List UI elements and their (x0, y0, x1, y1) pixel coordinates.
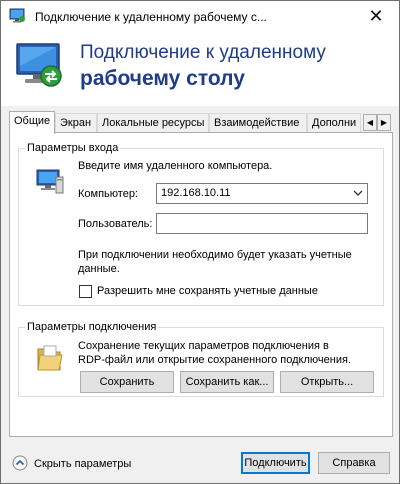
dropdown-arrow-icon[interactable] (353, 188, 363, 198)
tab-advanced[interactable]: Дополни (307, 113, 361, 133)
save-credentials-label[interactable]: Разрешить мне сохранять учетные данные (97, 285, 318, 297)
close-icon: ✕ (368, 6, 384, 26)
title-bar[interactable]: Подключение к удаленному рабочему с... ✕ (1, 1, 399, 32)
login-settings-group: Параметры входа Введите имя удаленного к… (18, 142, 384, 306)
tab-strip: Общие Экран Локальные ресурсы Взаимодейс… (9, 111, 391, 134)
login-settings-title: Параметры входа (25, 142, 121, 154)
help-button[interactable]: Справка (318, 452, 390, 474)
user-label: Пользователь: (78, 218, 153, 230)
header-banner: Подключение к удаленному рабочему столу (1, 32, 399, 106)
chevron-right-icon: ▶ (380, 118, 388, 127)
connection-settings-title: Параметры подключения (25, 321, 159, 333)
credentials-info-line1: При подключении необходимо будет указать… (78, 249, 352, 261)
close-button[interactable]: ✕ (353, 1, 399, 32)
tab-scroll-right-button[interactable]: ▶ (377, 114, 391, 131)
hide-options-link[interactable]: Скрыть параметры (34, 458, 131, 470)
computer-icon (35, 167, 65, 197)
computer-value: 192.168.10.11 (161, 187, 231, 199)
save-as-button[interactable]: Сохранить как... (180, 371, 274, 393)
save-credentials-checkbox[interactable] (79, 285, 92, 298)
open-button[interactable]: Открыть... (280, 371, 374, 393)
banner-title-line2: рабочему столу (80, 67, 245, 90)
remote-desktop-icon (11, 40, 69, 94)
computer-label: Компьютер: (78, 188, 138, 200)
tab-local-resources[interactable]: Локальные ресурсы (97, 113, 209, 133)
save-button[interactable]: Сохранить (80, 371, 174, 393)
window-title: Подключение к удаленному рабочему с... (35, 10, 267, 24)
rdp-window: Подключение к удаленному рабочему с... ✕… (0, 0, 400, 484)
tab-general[interactable]: Общие (9, 111, 55, 134)
connect-button[interactable]: Подключить (241, 452, 310, 474)
collapse-up-icon[interactable] (12, 455, 28, 471)
chevron-left-icon: ◀ (366, 118, 374, 127)
login-prompt-text: Введите имя удаленного компьютера. (78, 160, 273, 172)
remote-desktop-icon (9, 8, 27, 24)
computer-combobox[interactable]: 192.168.10.11 (156, 183, 368, 204)
tab-display[interactable]: Экран (55, 113, 97, 133)
tab-experience[interactable]: Взаимодействие (209, 113, 307, 133)
connection-desc-line1: Сохранение текущих параметров подключени… (78, 340, 329, 352)
connection-desc-line2: RDP-файл или открытие сохраненного подкл… (78, 354, 351, 366)
general-tab-panel: Параметры входа Введите имя удаленного к… (9, 132, 393, 437)
credentials-info-line2: данные. (78, 263, 120, 275)
folder-icon (36, 343, 64, 373)
tab-scroll-left-button[interactable]: ◀ (363, 114, 377, 131)
username-input[interactable] (156, 213, 368, 234)
banner-title-line1: Подключение к удаленному (80, 42, 326, 63)
